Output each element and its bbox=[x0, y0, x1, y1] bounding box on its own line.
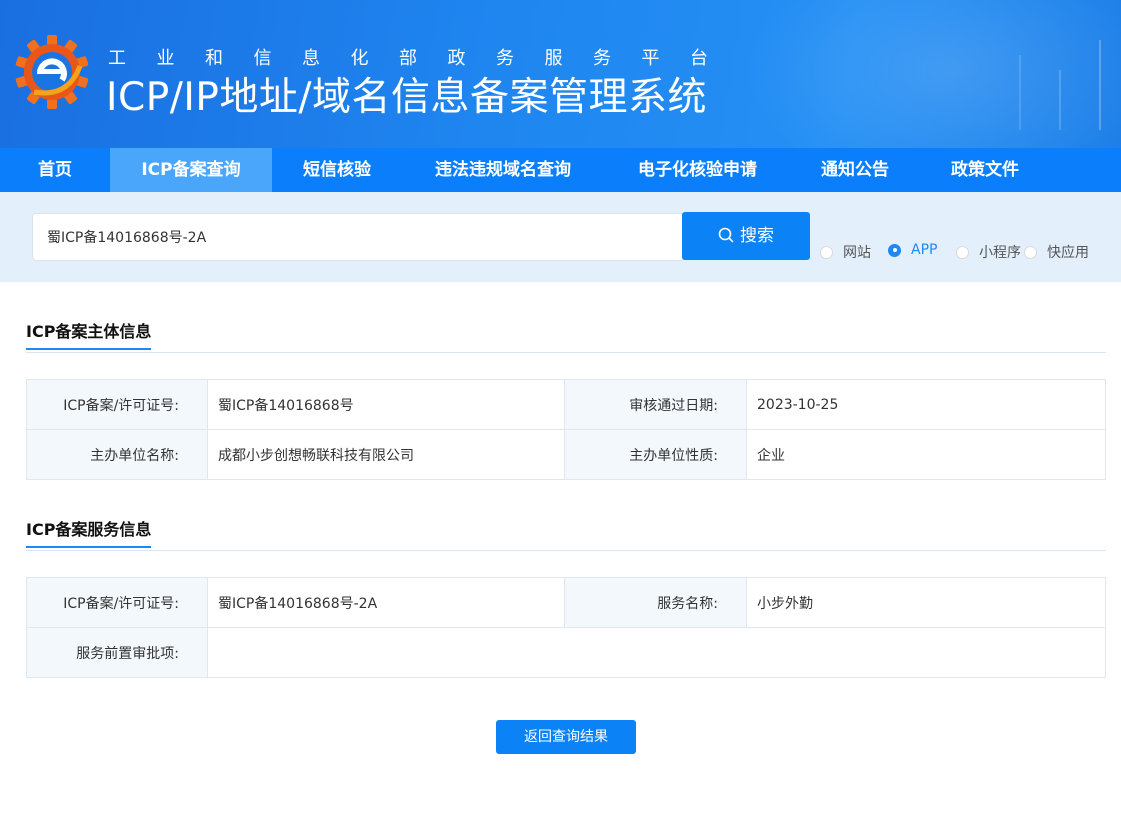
section-title-subject: ICP备案主体信息 bbox=[26, 318, 152, 350]
radio-quick-app[interactable]: 快应用 bbox=[1024, 242, 1089, 262]
header-deco-line bbox=[1099, 40, 1101, 130]
radio-label: APP bbox=[911, 242, 938, 258]
nav-item-e-verify-apply[interactable]: 电子化核验申请 bbox=[604, 148, 791, 192]
radio-mini-program[interactable]: 小程序 bbox=[956, 242, 1021, 262]
table-row: 服务前置审批项: bbox=[26, 627, 1106, 678]
field-value: 成都小步创想畅联科技有限公司 bbox=[207, 429, 565, 480]
field-value: 2023-10-25 bbox=[746, 379, 1106, 430]
nav-item-sms-verify[interactable]: 短信核验 bbox=[272, 148, 402, 192]
field-label: ICP备案/许可证号: bbox=[26, 577, 208, 628]
section-divider bbox=[26, 352, 1106, 353]
gear-e-logo-icon bbox=[15, 35, 89, 109]
table-row: ICP备案/许可证号: 蜀ICP备14016868号-2A 服务名称: 小步外勤 bbox=[26, 577, 1106, 628]
nav-item-policy-docs[interactable]: 政策文件 bbox=[919, 148, 1051, 192]
header-glow bbox=[741, 0, 1121, 148]
field-value: 小步外勤 bbox=[746, 577, 1106, 628]
radio-dot bbox=[820, 245, 833, 259]
table-row: ICP备案/许可证号: 蜀ICP备14016868号 审核通过日期: 2023-… bbox=[26, 379, 1106, 430]
header-deco-line bbox=[1019, 55, 1021, 130]
main-nav: 首页 ICP备案查询 短信核验 违法违规域名查询 电子化核验申请 通知公告 政策… bbox=[0, 148, 1121, 192]
field-label: 主办单位性质: bbox=[564, 429, 747, 480]
radio-dot bbox=[888, 243, 901, 257]
header-deco-line bbox=[1059, 70, 1061, 130]
radio-dot bbox=[1024, 245, 1037, 259]
search-bar-area: 搜索 网站 APP 小程序 快应用 bbox=[0, 192, 1121, 282]
field-value: 蜀ICP备14016868号-2A bbox=[207, 577, 565, 628]
nav-item-icp-query[interactable]: ICP备案查询 bbox=[110, 148, 272, 192]
field-label: 主办单位名称: bbox=[26, 429, 208, 480]
field-label: ICP备案/许可证号: bbox=[26, 379, 208, 430]
service-info-table: ICP备案/许可证号: 蜀ICP备14016868号-2A 服务名称: 小步外勤… bbox=[26, 577, 1106, 678]
table-row: 主办单位名称: 成都小步创想畅联科技有限公司 主办单位性质: 企业 bbox=[26, 429, 1106, 480]
nav-item-home[interactable]: 首页 bbox=[0, 148, 110, 192]
search-button-label: 搜索 bbox=[740, 226, 774, 246]
search-button[interactable]: 搜索 bbox=[682, 212, 810, 260]
field-value bbox=[207, 627, 1106, 678]
radio-label: 小程序 bbox=[979, 245, 1021, 261]
field-value: 企业 bbox=[746, 429, 1106, 480]
nav-item-notices[interactable]: 通知公告 bbox=[791, 148, 919, 192]
section-title-service: ICP备案服务信息 bbox=[26, 516, 152, 548]
section-divider bbox=[26, 550, 1106, 551]
radio-website[interactable]: 网站 bbox=[820, 242, 871, 262]
back-to-results-button[interactable]: 返回查询结果 bbox=[496, 720, 636, 754]
header-title: ICP/IP地址/域名信息备案管理系统 bbox=[106, 75, 708, 120]
subject-info-table: ICP备案/许可证号: 蜀ICP备14016868号 审核通过日期: 2023-… bbox=[26, 379, 1106, 480]
field-label: 服务前置审批项: bbox=[26, 627, 208, 678]
nav-item-illegal-domain-query[interactable]: 违法违规域名查询 bbox=[402, 148, 604, 192]
radio-dot bbox=[956, 245, 969, 259]
search-input[interactable] bbox=[32, 213, 683, 261]
radio-label: 快应用 bbox=[1047, 245, 1089, 261]
site-header: 工业和信息化部政务服务平台 ICP/IP地址/域名信息备案管理系统 bbox=[0, 0, 1121, 148]
radio-app[interactable]: APP bbox=[888, 242, 937, 258]
field-value: 蜀ICP备14016868号 bbox=[207, 379, 565, 430]
radio-label: 网站 bbox=[843, 245, 871, 261]
search-icon bbox=[718, 227, 734, 243]
field-label: 审核通过日期: bbox=[564, 379, 747, 430]
field-label: 服务名称: bbox=[564, 577, 747, 628]
